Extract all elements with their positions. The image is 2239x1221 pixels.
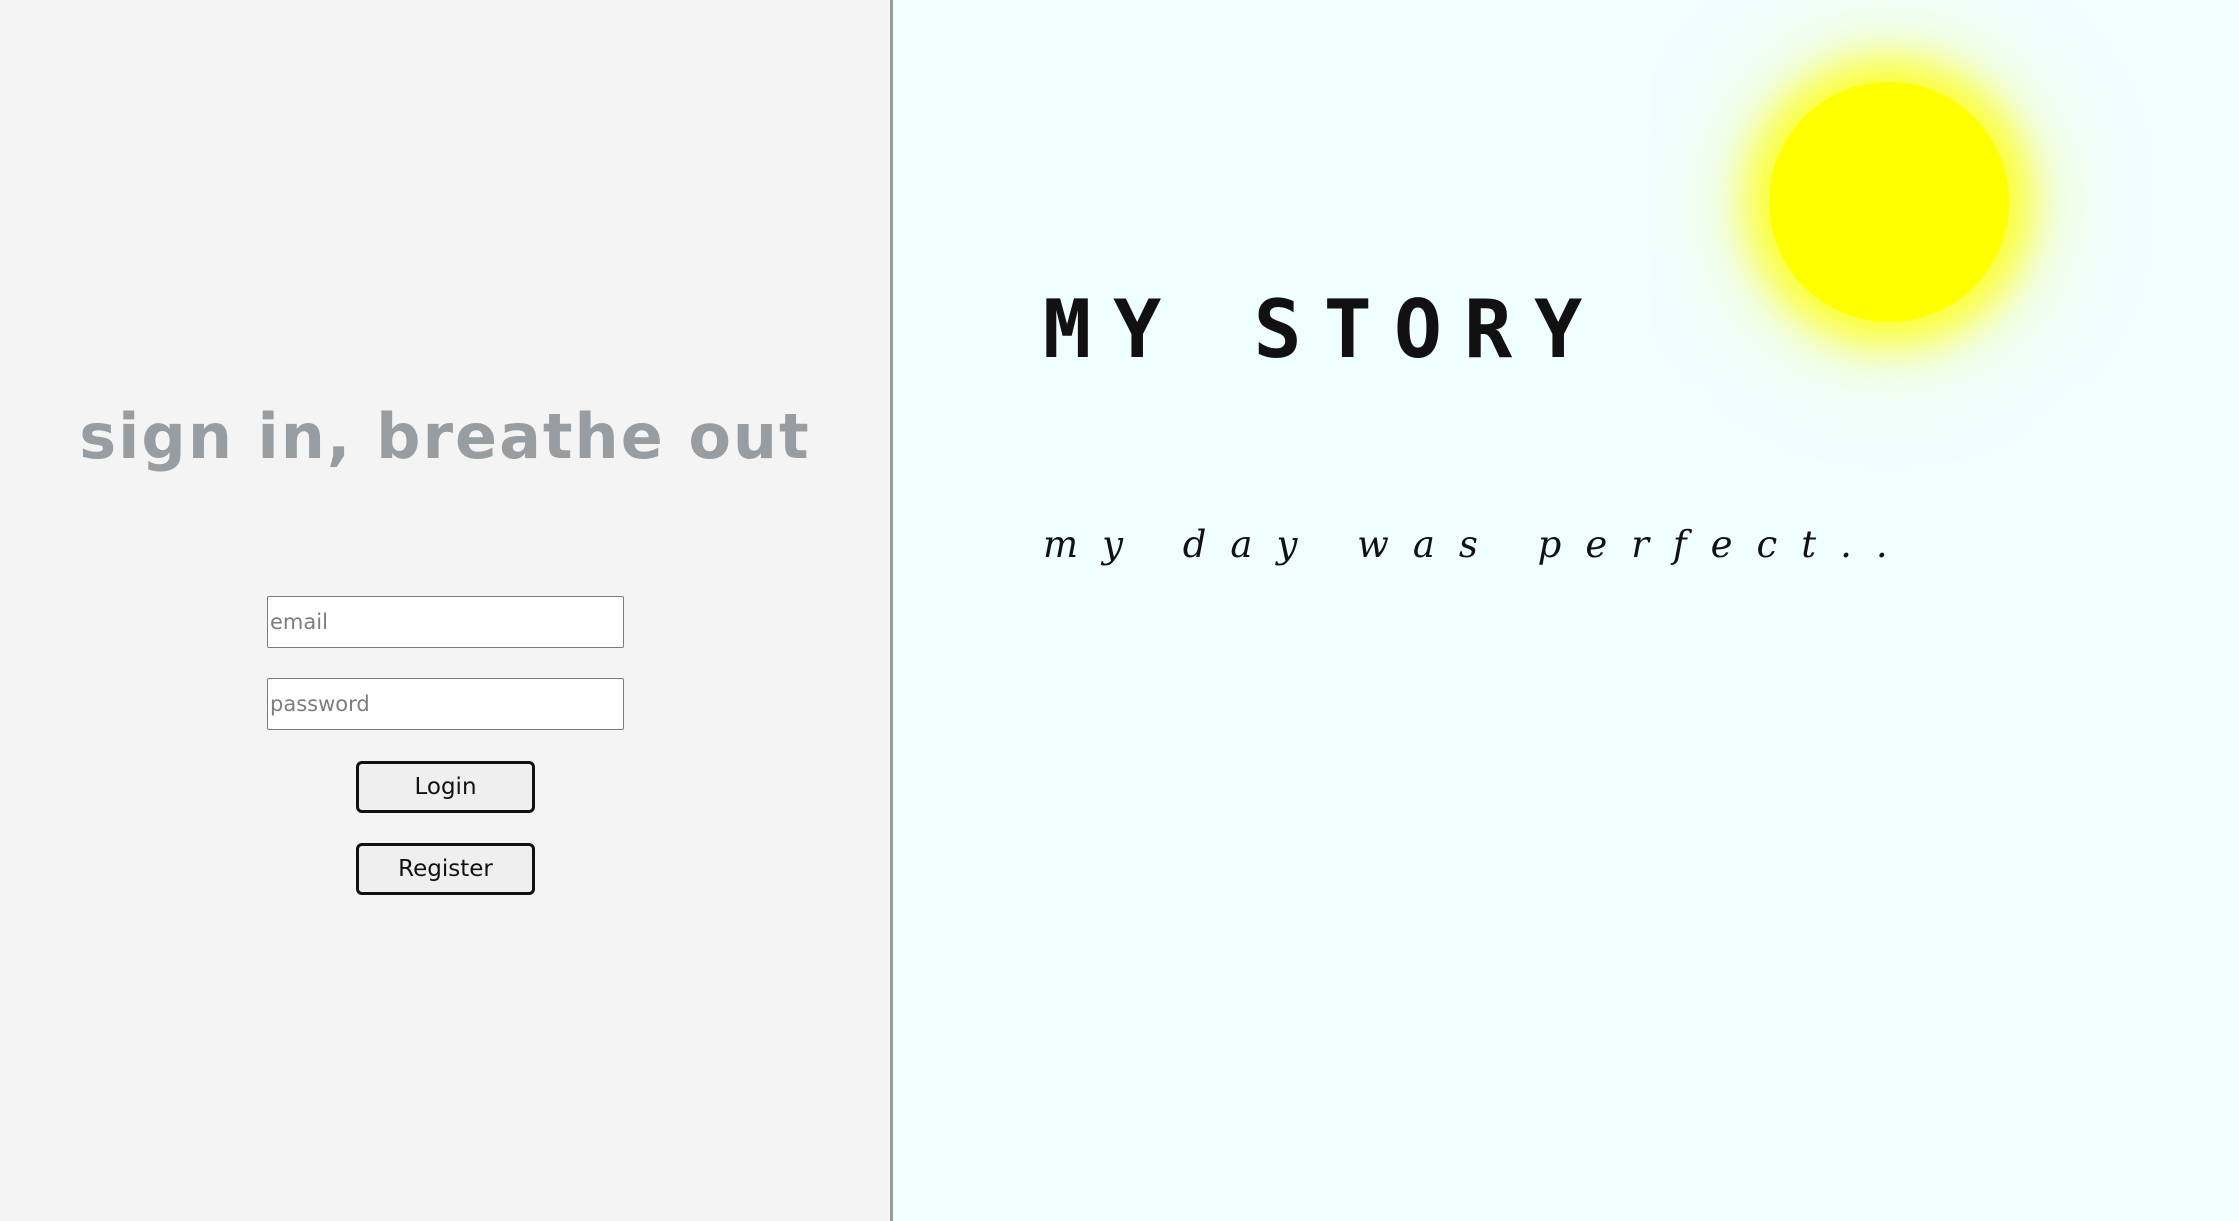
page: sign in, breathe out Login Register MY S… <box>0 0 2239 1221</box>
story-text: my day was perfect.. <box>1043 523 1912 566</box>
login-panel: sign in, breathe out Login Register <box>0 0 893 1221</box>
password-field[interactable] <box>267 678 624 730</box>
signin-title: sign in, breathe out <box>79 400 811 473</box>
story-panel: MY STORY my day was perfect.. <box>893 0 2239 1221</box>
register-button[interactable]: Register <box>356 843 535 895</box>
story-title: MY STORY <box>1043 283 1605 376</box>
sun-icon <box>1769 82 2009 322</box>
login-button[interactable]: Login <box>356 761 535 813</box>
email-field[interactable] <box>267 596 624 648</box>
